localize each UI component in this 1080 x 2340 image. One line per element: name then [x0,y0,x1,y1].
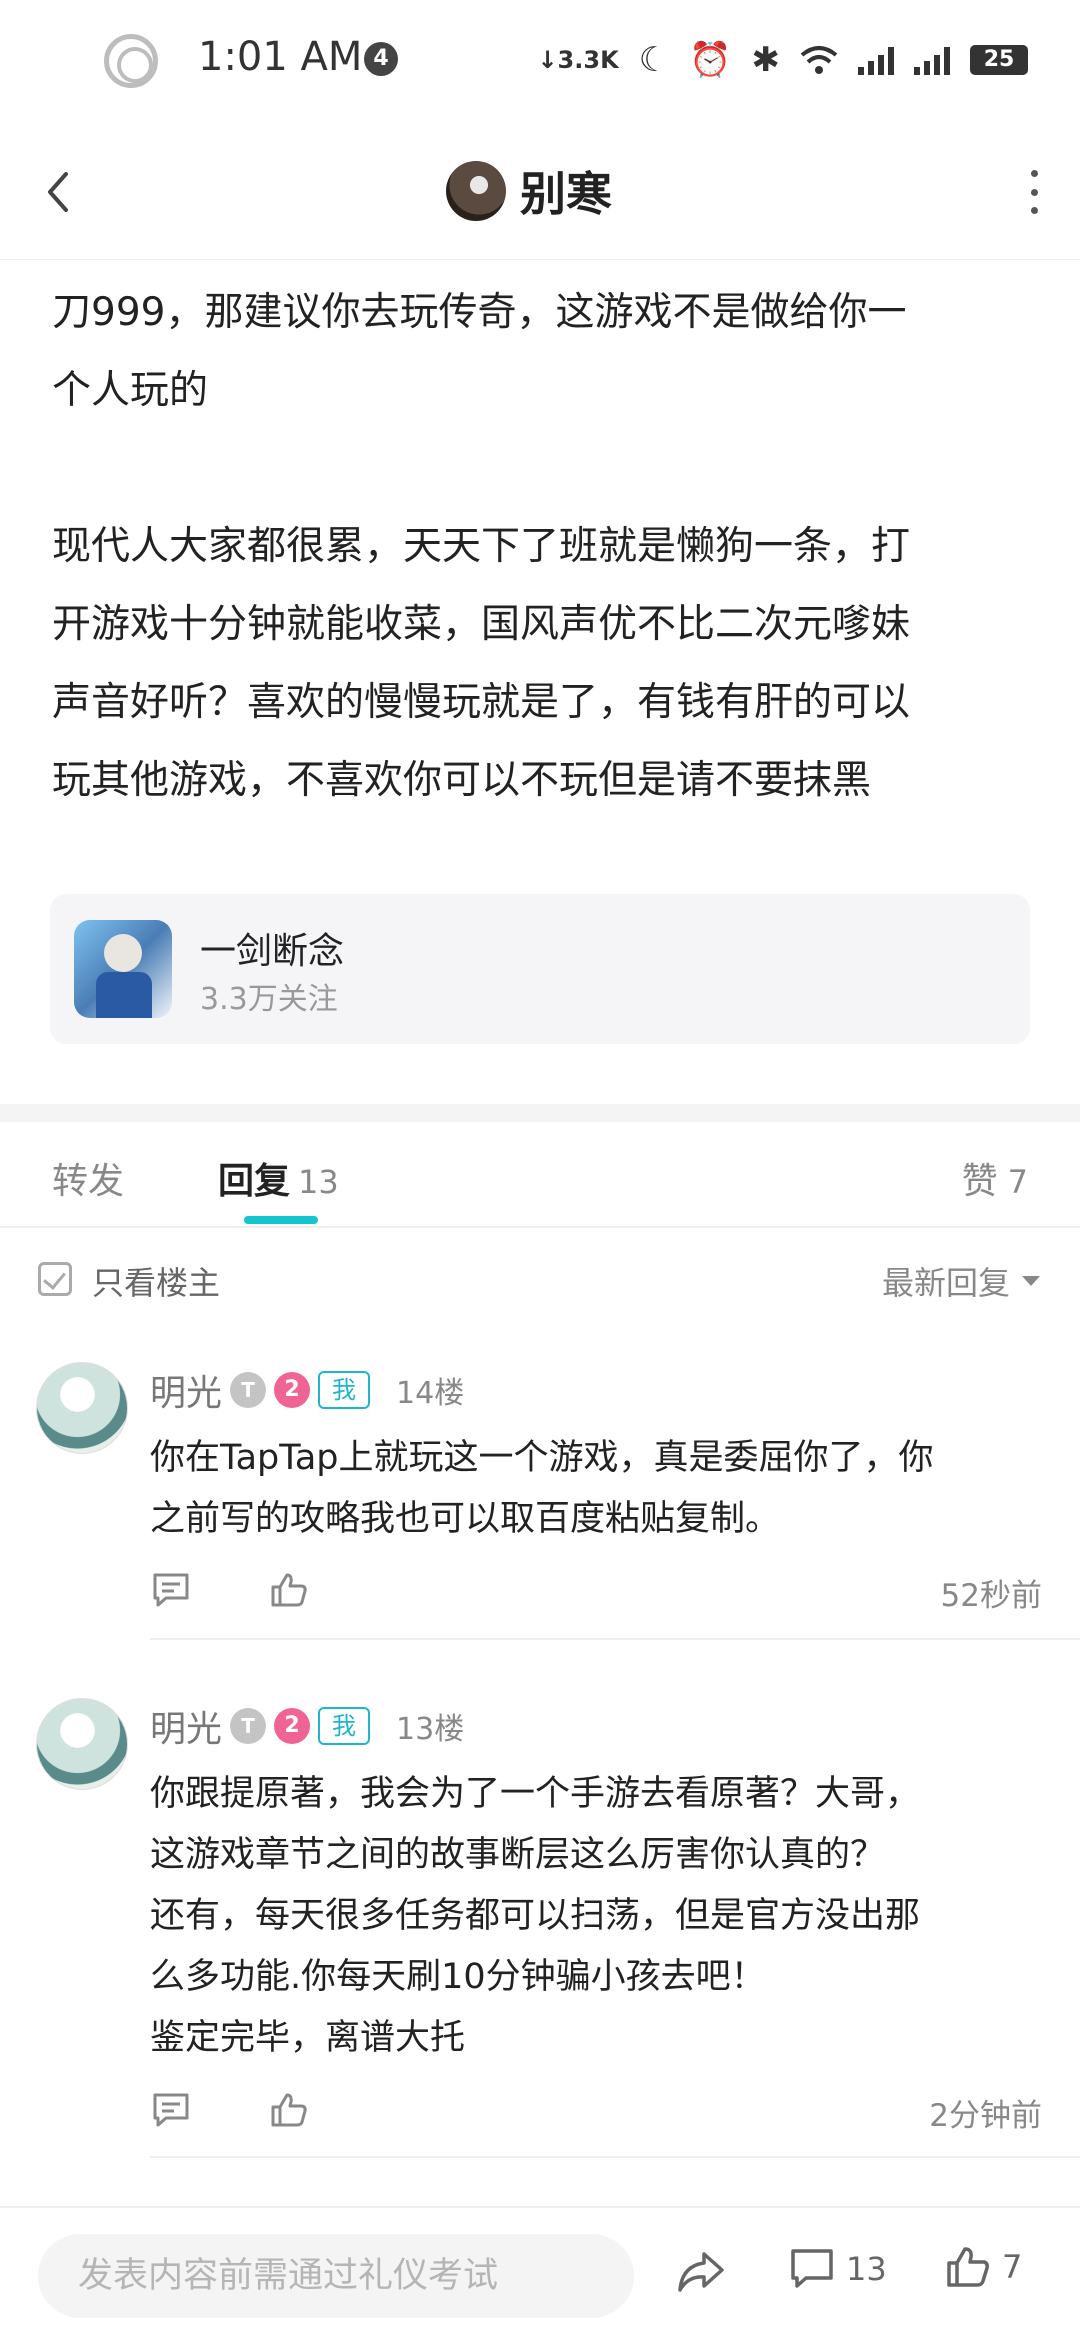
like-count: 7 [1002,2248,1023,2286]
comment-line: 你跟提原著，我会为了一个手游去看原著？大哥， [150,1774,921,1814]
tab-reply-label: 回复 [218,1161,291,1202]
bluetooth-icon: ✱ [751,40,781,80]
download-icon: ↓3.3K [537,46,619,74]
caret-down-icon [1022,1276,1040,1286]
back-arrow-icon[interactable] [36,164,84,220]
tab-indicator [244,1216,318,1224]
post-line: 刀999，那建议你去玩传奇，这游戏不是做给你一 [52,290,907,335]
avatar[interactable] [446,161,506,221]
tab-reply[interactable]: 回复 13 [218,1152,339,1204]
game-followers: 3.3万关注 [200,982,338,1017]
post-line: 开游戏十分钟就能收菜，国风声优不比二次元嗲妹 [52,602,911,647]
net-speed: 3.3K [557,46,619,74]
divider [150,2156,1080,2158]
filter-row: 只看楼主 最新回复 [0,1230,1080,1330]
comment-actions: 52秒前 [150,1566,1042,1616]
status-icons: ↓3.3K ☾ ⏰ ✱ 25 [537,36,1028,84]
comment-author[interactable]: 明光 [150,1364,222,1416]
tab-like[interactable]: 赞7 [962,1152,1028,1204]
me-tag: 我 [318,1371,371,1409]
game-card[interactable]: 一剑断念 3.3万关注 [50,894,1030,1044]
page-title[interactable]: 别寒 [520,158,612,224]
comment-icon[interactable] [152,2092,190,2128]
comment-count: 13 [846,2250,887,2288]
comment-icon [791,2249,833,2288]
comment-header: 明光 T 2 我 13楼 [150,1700,464,1752]
moon-icon: ☾ [638,40,670,80]
sort-label: 最新回复 [881,1264,1010,1302]
checkbox-icon[interactable] [38,1262,72,1296]
comment-line: 这游戏章节之间的故事断层这么厉害你认真的？ [150,1835,886,1875]
floor-number: 13楼 [396,1712,465,1747]
comment-item: 明光 T 2 我 14楼 你在TapTap上就玩这一个游戏，真是委屈你了，你 之… [0,1362,1080,1652]
battery-icon: 25 [970,45,1028,75]
tab-forward[interactable]: 转发 [52,1152,124,1204]
alarm-icon: ⏰ [689,40,732,80]
me-tag: 我 [318,1707,371,1745]
avatar[interactable] [36,1698,128,1790]
comment-time: 52秒前 [940,1578,1042,1614]
tab-bar: 转发 回复 13 赞7 [0,1122,1080,1228]
comment-line: 还有，每天很多任务都可以扫荡，但是官方没出那 [150,1896,921,1936]
tab-reply-count: 13 [298,1163,339,1201]
comment-header: 明光 T 2 我 14楼 [150,1364,464,1416]
comment-line: 之前写的攻略我也可以取百度粘贴复制。 [150,1499,781,1539]
comment-line: 鉴定完毕，离谱大托 [150,2018,466,2058]
post-line: 声音好听？喜欢的慢慢玩就是了，有钱有肝的可以 [52,680,911,725]
status-time: 1:01 AM [198,34,363,80]
comment-body: 你跟提原著，我会为了一个手游去看原著？大哥， 这游戏章节之间的故事断层这么厉害你… [150,1764,1050,2069]
thumbs-up-icon[interactable] [270,2092,308,2128]
comment-line: 么多功能.你每天刷10分钟骗小孩去吧！ [150,1957,766,1997]
top-nav-bar: 别寒 [0,124,1080,260]
status-bar: 1:01 AM 4 ↓3.3K ☾ ⏰ ✱ 25 [0,0,1080,124]
game-name: 一剑断念 [200,931,345,972]
thumbs-up-icon [947,2247,989,2287]
signal-icon [914,45,950,75]
verified-badge: T [230,1372,267,1408]
level-badge: 2 [274,1372,311,1408]
floor-number: 14楼 [396,1376,465,1411]
signal-icon [858,45,894,75]
thumbs-up-icon[interactable] [270,1572,308,1608]
section-divider [0,1104,1080,1122]
post-line: 玩其他游戏，不喜欢你可以不玩但是请不要抹黑 [52,758,872,803]
comment-time: 2分钟前 [929,2098,1042,2134]
comment-item: 明光 T 2 我 13楼 你跟提原著，我会为了一个手游去看原著？大哥， 这游戏章… [0,1698,1080,2168]
sort-dropdown[interactable]: 最新回复 [882,1258,1040,1304]
tab-like-count: 7 [1007,1163,1028,1201]
only-owner-toggle[interactable]: 只看楼主 [92,1258,220,1304]
post-line: 个人玩的 [52,368,209,413]
more-vertical-icon[interactable] [1028,170,1040,214]
level-badge: 2 [274,1708,311,1744]
author-title[interactable]: 别寒 [446,158,612,224]
comment-actions: 2分钟前 [150,2086,1042,2136]
share-icon[interactable] [676,2250,726,2294]
bottom-action-bar: 发表内容前需通过礼仪考试 13 7 [0,2206,1080,2340]
comment-author[interactable]: 明光 [150,1700,222,1752]
avatar[interactable] [36,1362,128,1454]
compose-input[interactable]: 发表内容前需通过礼仪考试 [38,2234,634,2318]
ring-icon [104,34,158,88]
comment-body: 你在TapTap上就玩这一个游戏，真是委屈你了，你 之前写的攻略我也可以取百度粘… [150,1428,1050,1550]
comment-icon[interactable] [152,1572,190,1608]
notification-count-badge: 4 [364,42,398,76]
tab-like-label: 赞 [961,1161,998,1202]
wifi-icon [800,46,838,74]
divider [150,1638,1080,1640]
verified-badge: T [230,1708,267,1744]
comment-line: 你在TapTap上就玩这一个游戏，真是委屈你了，你 [150,1438,934,1478]
comment-count-button[interactable]: 13 [790,2248,887,2290]
post-body: 你想648直接满星，你想6块钱直接霸区，你想 刀999，那建议你去玩传奇，这游戏… [52,196,1042,820]
like-count-button[interactable]: 7 [946,2246,1022,2288]
game-icon [74,920,172,1018]
post-line: 现代人大家都很累，天天下了班就是懒狗一条，打 [52,524,911,569]
